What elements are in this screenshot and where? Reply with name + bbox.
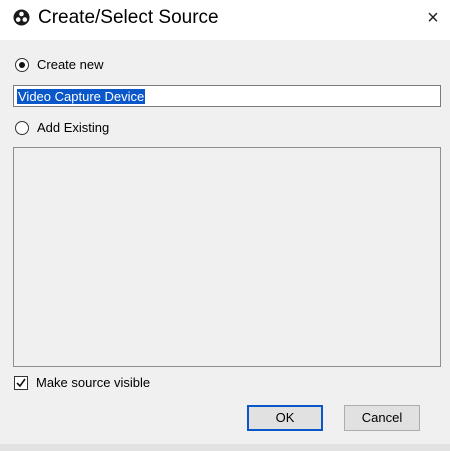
title-bar: Create/Select Source × bbox=[0, 0, 450, 40]
dialog-title: Create/Select Source bbox=[38, 7, 219, 28]
window-bottom-edge bbox=[0, 444, 450, 451]
make-visible-label[interactable]: Make source visible bbox=[36, 375, 150, 391]
ok-button[interactable]: OK bbox=[247, 405, 323, 431]
source-name-value: Video Capture Device bbox=[17, 89, 146, 104]
checkmark-icon bbox=[16, 378, 26, 388]
add-existing-radio[interactable] bbox=[15, 121, 29, 135]
obs-app-icon bbox=[13, 9, 30, 26]
cancel-button[interactable]: Cancel bbox=[344, 405, 420, 431]
existing-sources-list[interactable] bbox=[13, 147, 441, 367]
make-visible-checkbox[interactable] bbox=[14, 376, 28, 390]
close-icon[interactable]: × bbox=[422, 6, 444, 30]
create-new-radio[interactable] bbox=[15, 58, 29, 72]
source-name-input[interactable]: Video Capture Device bbox=[13, 85, 441, 107]
add-existing-label[interactable]: Add Existing bbox=[37, 120, 109, 136]
create-new-label[interactable]: Create new bbox=[37, 57, 103, 73]
